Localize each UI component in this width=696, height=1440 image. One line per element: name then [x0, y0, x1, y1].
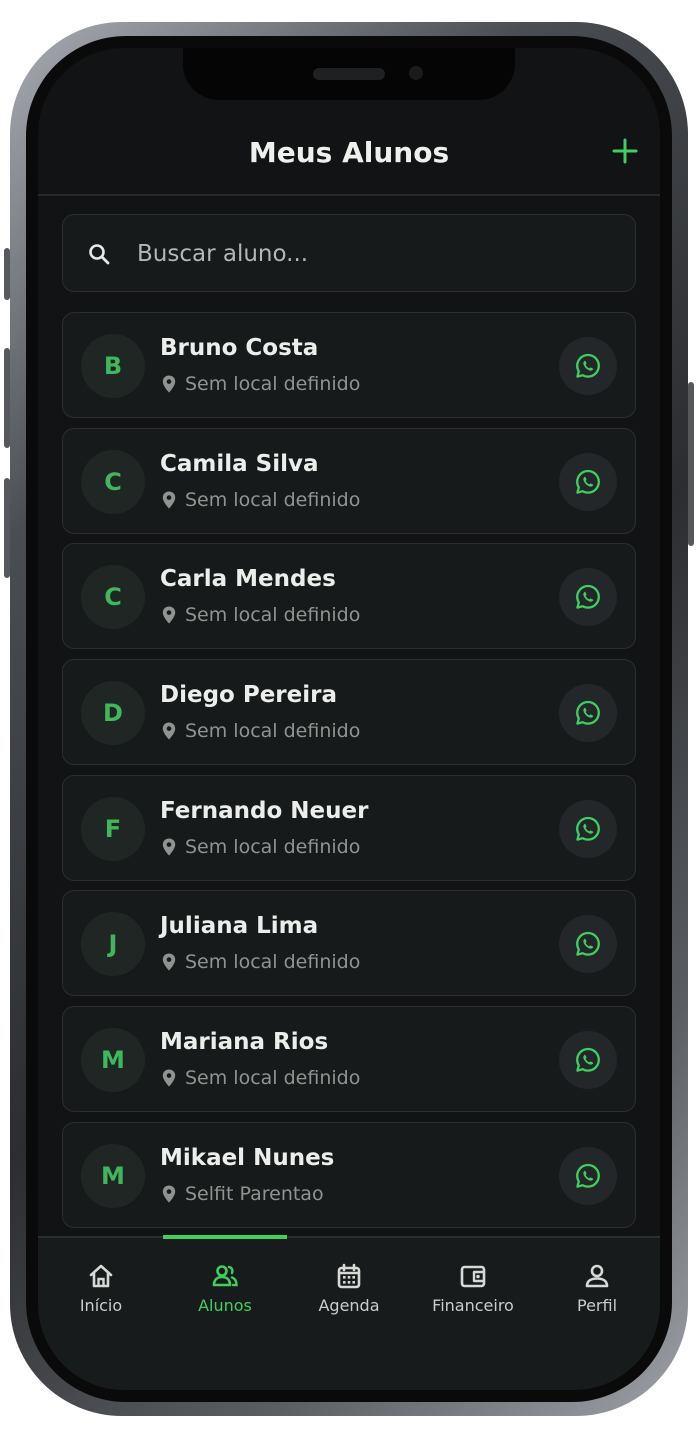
- whatsapp-button[interactable]: [559, 1146, 617, 1205]
- student-avatar: B: [81, 334, 145, 398]
- student-name: Mikael Nunes: [160, 1144, 335, 1171]
- notch: [183, 48, 515, 100]
- student-card[interactable]: F Fernando Neuer Sem local definido: [62, 774, 636, 881]
- student-card[interactable]: M Mikael Nunes Selfit Parentao: [62, 1121, 636, 1228]
- search-input[interactable]: [137, 237, 607, 271]
- whatsapp-button[interactable]: [559, 1031, 617, 1090]
- location-pin-icon: [162, 1185, 176, 1203]
- student-card[interactable]: C Carla Mendes Sem local definido: [62, 543, 636, 650]
- whatsapp-button[interactable]: [559, 684, 617, 743]
- nav-label-alunos: Alunos: [198, 1296, 252, 1315]
- location-pin-icon: [162, 722, 176, 740]
- student-location: Sem local definido: [162, 720, 360, 742]
- volume-up-button: [4, 348, 10, 448]
- whatsapp-icon: [576, 585, 600, 610]
- student-name: Carla Mendes: [160, 566, 336, 593]
- student-card[interactable]: C Camila Silva Sem local definido: [62, 427, 636, 534]
- whatsapp-icon: [576, 1047, 600, 1072]
- whatsapp-icon: [576, 469, 600, 494]
- search-box[interactable]: [62, 214, 636, 292]
- speaker-grille: [313, 68, 385, 80]
- whatsapp-button[interactable]: [559, 799, 617, 858]
- student-location: Sem local definido: [162, 951, 360, 973]
- student-card[interactable]: M Mariana Rios Sem local definido: [62, 1006, 636, 1113]
- front-camera: [409, 66, 423, 80]
- nav-item-alunos[interactable]: Alunos: [163, 1262, 287, 1326]
- student-avatar: J: [81, 912, 145, 977]
- whatsapp-button[interactable]: [559, 337, 617, 395]
- student-card[interactable]: D Diego Pereira Sem local definido: [62, 659, 636, 766]
- location-pin-icon: [162, 838, 176, 856]
- whatsapp-icon: [576, 700, 600, 725]
- student-location-text: Sem local definido: [185, 488, 361, 511]
- location-pin-icon: [162, 1069, 176, 1087]
- location-pin-icon: [162, 953, 176, 971]
- active-tab-indicator: [163, 1235, 287, 1239]
- student-avatar: F: [81, 796, 145, 861]
- nav-label-perfil: Perfil: [576, 1296, 618, 1315]
- location-pin-icon: [162, 606, 176, 624]
- student-location-text: Sem local definido: [185, 720, 361, 743]
- users-icon: [212, 1265, 238, 1287]
- student-card[interactable]: B Bruno Costa Sem local definido: [62, 312, 636, 418]
- bottom-navigation: Início Alunos Agenda Financeiro Perfil: [38, 1235, 660, 1390]
- whatsapp-icon: [576, 816, 600, 841]
- nav-label-financeiro: Financeiro: [432, 1296, 514, 1315]
- mute-switch: [4, 248, 10, 300]
- page-title: Meus Alunos: [248, 136, 450, 169]
- search-icon: [89, 244, 110, 265]
- nav-label-agenda: Agenda: [318, 1296, 380, 1315]
- student-location-text: Sem local definido: [185, 1067, 361, 1090]
- nav-item-perfil[interactable]: Perfil: [535, 1262, 659, 1326]
- student-avatar: C: [81, 449, 145, 514]
- whatsapp-button[interactable]: [559, 568, 617, 627]
- student-location-text: Sem local definido: [185, 604, 361, 627]
- student-avatar: C: [81, 565, 145, 630]
- student-location: Sem local definido: [162, 373, 360, 395]
- student-avatar: D: [81, 681, 145, 746]
- student-name: Bruno Costa: [160, 335, 319, 361]
- location-pin-icon: [162, 491, 176, 509]
- calendar-icon: [337, 1263, 361, 1289]
- student-location: Sem local definido: [162, 1067, 360, 1089]
- app-screen: Meus Alunos B Bruno Costa Sem local defi…: [38, 48, 660, 1390]
- student-location-text: Selfit Parentao: [185, 1182, 324, 1205]
- student-location-text: Sem local definido: [185, 373, 361, 395]
- student-location-text: Sem local definido: [185, 951, 361, 974]
- whatsapp-button[interactable]: [559, 452, 617, 511]
- student-name: Diego Pereira: [160, 682, 337, 709]
- home-icon: [89, 1264, 113, 1288]
- location-pin-icon: [162, 375, 176, 393]
- volume-down-button: [4, 478, 10, 578]
- wallet-icon: [460, 1265, 486, 1288]
- student-location: Sem local definido: [162, 489, 360, 511]
- whatsapp-button[interactable]: [559, 915, 617, 974]
- whatsapp-icon: [576, 1163, 600, 1188]
- student-avatar: M: [81, 1028, 145, 1093]
- student-name: Camila Silva: [160, 450, 319, 477]
- student-list: B Bruno Costa Sem local definido C Camil…: [62, 312, 636, 1238]
- student-location-text: Sem local definido: [185, 835, 361, 858]
- nav-item-inicio[interactable]: Início: [39, 1262, 163, 1326]
- student-card[interactable]: J Juliana Lima Sem local definido: [62, 890, 636, 997]
- student-avatar: M: [81, 1143, 145, 1208]
- nav-item-agenda[interactable]: Agenda: [287, 1262, 411, 1326]
- nav-label-inicio: Início: [79, 1296, 123, 1315]
- student-location: Sem local definido: [162, 836, 360, 858]
- app-header: Meus Alunos: [38, 120, 660, 196]
- student-name: Fernando Neuer: [160, 797, 369, 824]
- person-icon: [585, 1264, 609, 1288]
- power-button: [688, 382, 694, 546]
- nav-item-financeiro[interactable]: Financeiro: [411, 1262, 535, 1326]
- student-location: Sem local definido: [162, 604, 360, 626]
- student-location: Selfit Parentao: [162, 1183, 324, 1205]
- plus-icon: [612, 138, 638, 164]
- add-student-button[interactable]: [608, 134, 642, 168]
- whatsapp-icon: [576, 353, 600, 378]
- student-name: Juliana Lima: [160, 913, 319, 940]
- student-name: Mariana Rios: [160, 1029, 329, 1056]
- whatsapp-icon: [576, 932, 600, 957]
